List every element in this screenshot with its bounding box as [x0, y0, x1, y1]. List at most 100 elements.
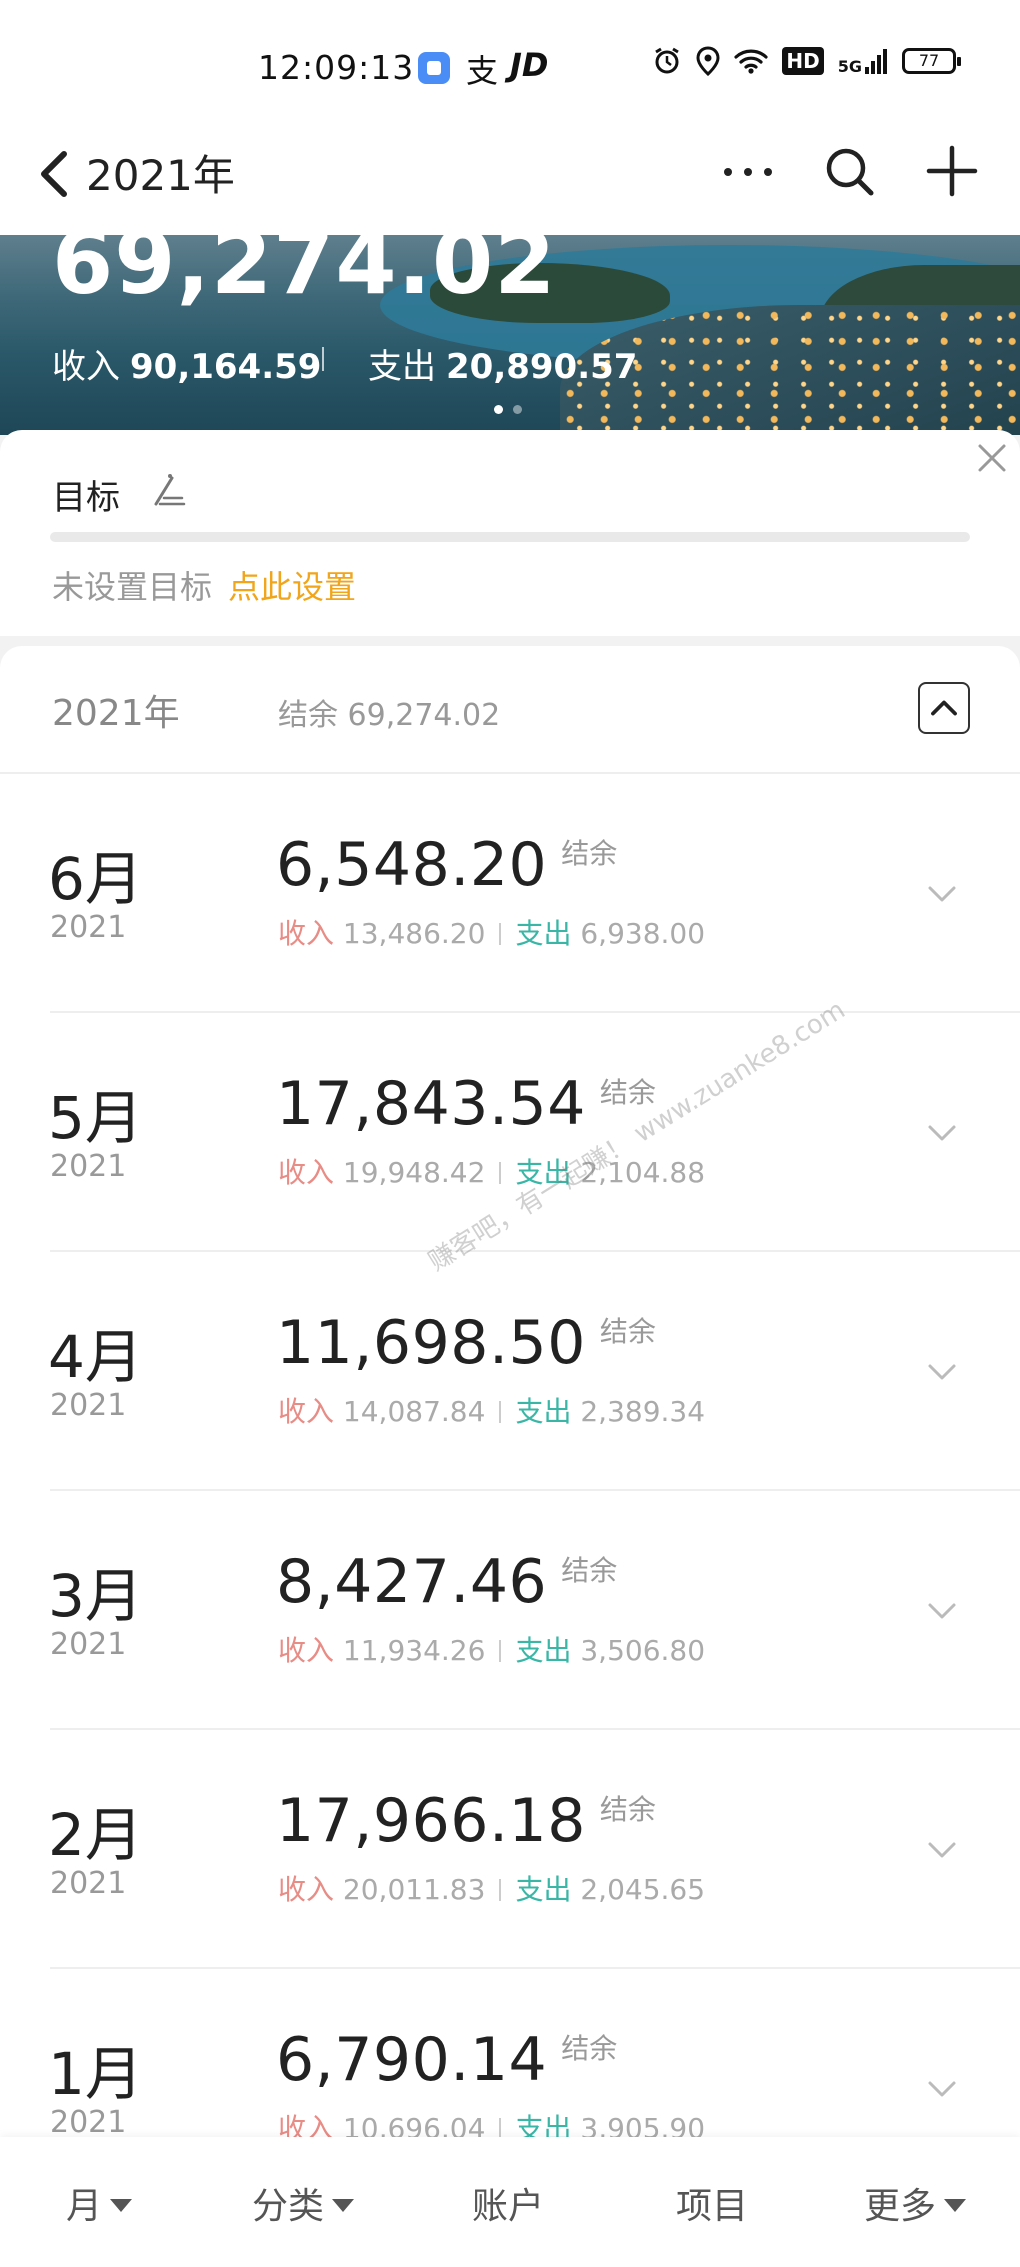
tab-project[interactable]: 项目	[676, 2177, 748, 2229]
year-label: 2021年	[52, 693, 180, 734]
page-title: 2021年	[86, 151, 235, 200]
chevron-down-icon[interactable]	[924, 2077, 960, 2101]
hd-badge: HD	[782, 47, 824, 75]
month-balance-label: 结余	[561, 2032, 618, 2065]
year-summary-card: 2021年 结余 69,274.02 6月 2021 6,548.20 结余 收入 13…	[0, 646, 1020, 2146]
month-row[interactable]: 1月 2021 6,790.14 结余 收入 10,696.04 支出 3,905.90	[48, 1969, 1020, 2146]
alipay-notification-icon: 支	[466, 52, 499, 90]
search-icon[interactable]	[822, 140, 878, 200]
status-time: 12:09:13	[258, 48, 415, 87]
edit-icon[interactable]	[146, 468, 190, 512]
tab-account[interactable]: 账户	[472, 2177, 544, 2229]
month-year: 2021	[50, 1388, 127, 1423]
month-row[interactable]: 2月 2021 17,966.18 结余收入 20,011.83 支出 2,045.65	[48, 1730, 1020, 1969]
month-name: 6月	[48, 845, 143, 913]
tab-account-label: 账户	[472, 2186, 545, 2227]
total-expense-label: 支出	[368, 347, 436, 387]
month-income-label: 收入	[278, 1395, 335, 1428]
page-dot-active	[494, 405, 503, 414]
month-balance-label: 结余	[599, 1793, 656, 1826]
tab-category[interactable]: 分类	[252, 2177, 355, 2229]
tab-month[interactable]: 月	[66, 2177, 133, 2229]
month-row[interactable]: 5月 2021 17,843.54 结余收入 19,948.42 支出 2,104.88	[48, 1013, 1020, 1252]
month-expense-label: 支出	[515, 1395, 572, 1428]
caret-down-icon	[110, 2199, 133, 2212]
month-balance: 6,548.20 结余	[276, 830, 617, 900]
month-income-label: 收入	[278, 1873, 335, 1906]
month-balance-label: 结余	[599, 1315, 656, 1348]
month-income-value: 13,486.20	[342, 917, 486, 950]
month-balance: 17,843.54 结余	[276, 1069, 656, 1139]
total-income-label: 收入	[52, 347, 120, 387]
month-balance-label: 结余	[561, 1554, 618, 1587]
month-income-label: 收入	[278, 917, 335, 950]
month-income-label: 收入	[278, 1156, 335, 1189]
banner-divider	[322, 347, 324, 371]
month-breakdown-divider	[499, 923, 502, 945]
tab-more[interactable]: 更多	[864, 2177, 967, 2229]
month-breakdown: 收入 11,934.26 支出 3,506.80	[278, 1629, 705, 1669]
caret-down-icon	[332, 2199, 355, 2212]
bottom-tab-bar: 月 分类 账户 项目 更多	[0, 2137, 1020, 2267]
collapse-icon[interactable]	[918, 682, 970, 734]
total-income-value: 90,164.59	[130, 347, 322, 387]
month-year: 2021	[50, 1866, 127, 1901]
notification-app-icon	[418, 52, 450, 84]
year-balance: 结余 69,274.02	[278, 690, 500, 734]
month-expense-value: 2,045.65	[580, 1873, 706, 1906]
month-year: 2021	[50, 1149, 127, 1184]
month-breakdown-divider	[499, 1401, 502, 1423]
month-expense-value: 3,506.80	[580, 1634, 706, 1667]
more-icon[interactable]	[718, 144, 778, 194]
chevron-down-icon[interactable]	[924, 1121, 960, 1145]
alarm-icon	[655, 47, 680, 74]
total-expense: 支出 20,890.57	[368, 339, 637, 388]
month-expense-label: 支出	[515, 1873, 572, 1906]
total-balance: 69,274.02	[52, 235, 557, 314]
year-balance-value: 69,274.02	[347, 698, 501, 733]
chevron-down-icon[interactable]	[924, 1838, 960, 1862]
status-icons: HD 5G 77	[652, 46, 961, 76]
month-year: 2021	[50, 910, 127, 945]
location-icon	[696, 46, 720, 76]
month-expense-label: 支出	[515, 917, 572, 950]
close-icon[interactable]	[972, 438, 1012, 478]
nav-bar: 2021年	[0, 130, 1020, 235]
month-row[interactable]: 3月 2021 8,427.46 结余 收入 11,934.26 支出 3,506.80	[48, 1491, 1020, 1730]
chevron-down-icon[interactable]	[924, 1360, 960, 1384]
tab-category-label: 分类	[252, 2186, 325, 2227]
caret-down-icon	[944, 2199, 967, 2212]
month-year: 2021	[50, 1627, 127, 1662]
page-dot	[513, 405, 522, 414]
signal-group: 5G	[838, 47, 888, 75]
month-row[interactable]: 6月 2021 6,548.20 结余收入 13,486.20 支出 6,938.00	[48, 774, 1020, 1013]
chevron-down-icon[interactable]	[924, 1599, 960, 1623]
month-balance: 8,427.46 结余	[276, 1547, 617, 1617]
year-balance-label: 结余	[278, 698, 338, 733]
summary-banner[interactable]: 69,274.02 收入 90,164.59 支出 20,890.57	[0, 235, 1020, 435]
month-expense-label: 支出	[515, 1156, 572, 1189]
month-expense-value: 6,938.00	[580, 917, 706, 950]
total-income: 收入 90,164.59	[52, 339, 321, 388]
set-goal-link[interactable]: 点此设置	[228, 562, 356, 608]
month-balance: 6,790.14 结余	[276, 2025, 617, 2095]
chevron-down-icon[interactable]	[924, 882, 960, 906]
month-name: 2月	[48, 1801, 143, 1869]
month-breakdown: 收入 19,948.42 支出 2,104.88	[278, 1151, 705, 1191]
month-income-value: 20,011.83	[342, 1873, 486, 1906]
signal-icon	[865, 49, 887, 74]
total-expense-value: 20,890.57	[446, 347, 638, 387]
month-expense-value: 2,389.34	[580, 1395, 706, 1428]
goal-card: 目标 未设置目标 点此设置	[0, 430, 1020, 636]
month-row[interactable]: 4月 2021 11,698.50 结余 收入 14,087.84 支出 2,389.34	[48, 1252, 1020, 1491]
month-balance: 17,966.18 结余	[276, 1786, 656, 1856]
goal-title: 目标	[52, 478, 120, 518]
goal-progress-bar	[50, 532, 970, 542]
month-balance-value: 6,790.14	[276, 2025, 548, 2095]
tab-more-label: 更多	[864, 2186, 937, 2227]
add-icon[interactable]	[922, 140, 982, 200]
month-balance-value: 17,966.18	[276, 1786, 586, 1856]
month-name: 5月	[48, 1084, 143, 1152]
wifi-icon	[734, 49, 768, 74]
back-icon[interactable]	[30, 138, 80, 208]
